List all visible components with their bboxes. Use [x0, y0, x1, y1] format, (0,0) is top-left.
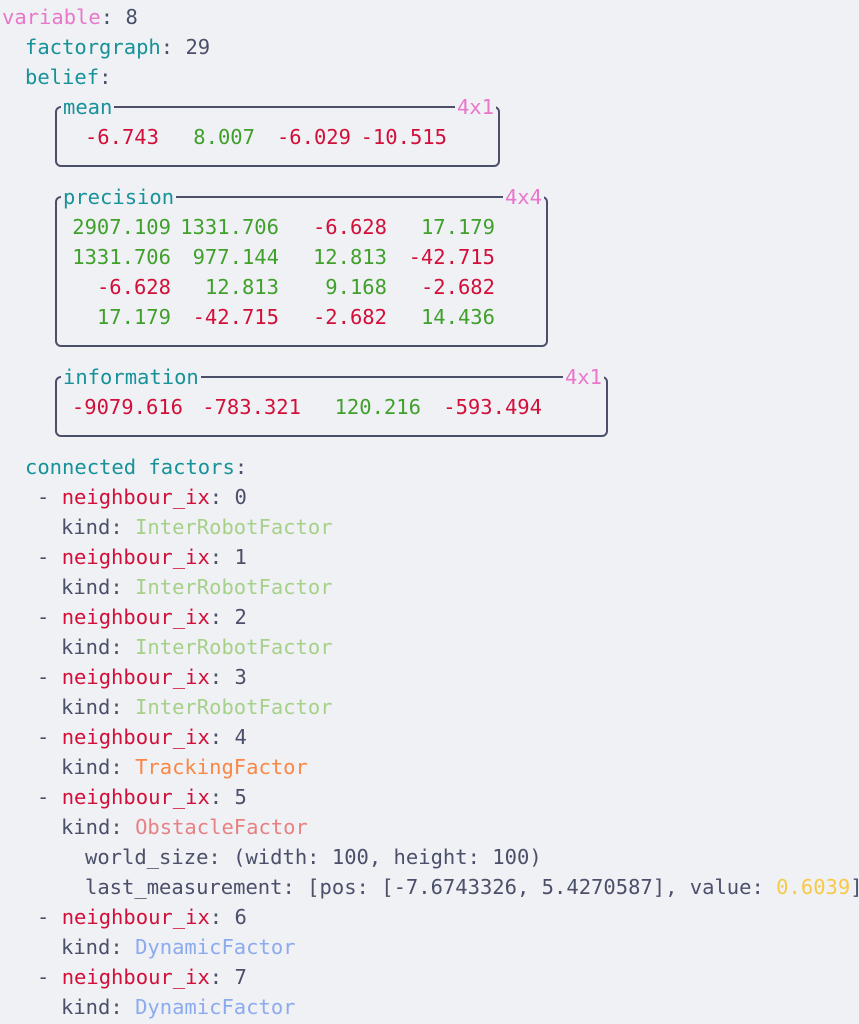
- factorgraph-line: factorgraph: 29: [25, 35, 211, 59]
- precision-matrix-box: precision 4x4 2907.109 1331.706 -6.628 1…: [55, 182, 548, 347]
- mean-value: -6.029: [276, 125, 351, 149]
- precision-cell: -42.715: [192, 305, 279, 329]
- information-value: 120.216: [334, 395, 421, 419]
- kind-value: InterRobotFactor: [135, 695, 333, 719]
- precision-cell: 12.813: [204, 275, 279, 299]
- information-dim: 4x1: [562, 362, 604, 392]
- precision-cell: 1331.706: [180, 215, 279, 239]
- information-value: -593.494: [443, 395, 542, 419]
- factor-ix-line: - neighbour_ix: 3: [37, 665, 247, 689]
- precision-cell: -6.628: [96, 275, 171, 299]
- precision-cell: -42.715: [408, 245, 495, 269]
- information-value: -783.321: [202, 395, 301, 419]
- precision-cell: 17.179: [420, 215, 495, 239]
- precision-cell: 14.436: [420, 305, 495, 329]
- mean-title: mean: [61, 92, 115, 122]
- kind-key: kind: [61, 515, 111, 539]
- world-size-value: (width: 100, height: 100): [233, 845, 542, 869]
- kind-value: InterRobotFactor: [135, 635, 333, 659]
- world-size-key: world_size: [85, 845, 209, 869]
- neighbour-ix-value: 3: [234, 665, 247, 689]
- factor-kind-line: kind: ObstacleFactor: [61, 815, 308, 839]
- factor-kind-line: kind: DynamicFactor: [61, 935, 296, 959]
- mean-value: 8.007: [193, 125, 255, 149]
- kind-key: kind: [61, 995, 111, 1019]
- neighbour-ix-key: neighbour_ix: [61, 905, 210, 929]
- neighbour-ix-key: neighbour_ix: [61, 665, 210, 689]
- kind-value: InterRobotFactor: [135, 575, 333, 599]
- neighbour-ix-key: neighbour_ix: [61, 725, 210, 749]
- last-measurement-close: ]: [850, 875, 859, 899]
- precision-dim: 4x4: [502, 182, 544, 212]
- connected-factors-line: connected factors:: [25, 455, 248, 479]
- kind-value: DynamicFactor: [135, 995, 296, 1019]
- information-value: -9079.616: [71, 395, 183, 419]
- factorgraph-value: 29: [185, 35, 211, 59]
- belief-line: belief:: [25, 65, 112, 89]
- factor-ix-line: - neighbour_ix: 0: [37, 485, 247, 509]
- neighbour-ix-key: neighbour_ix: [61, 785, 210, 809]
- neighbour-ix-key: neighbour_ix: [61, 545, 210, 569]
- last-measurement-line: last_measurement: [pos: [-7.6743326, 5.4…: [85, 872, 859, 902]
- information-matrix-box: information 4x1 -9079.616 -783.321 120.2…: [55, 362, 608, 437]
- kind-value: ObstacleFactor: [135, 815, 308, 839]
- variable-key: variable: [2, 5, 101, 29]
- belief-key: belief: [25, 65, 100, 89]
- kind-key: kind: [61, 815, 111, 839]
- connected-factors-key: connected factors: [25, 455, 235, 479]
- factor-ix-line: - neighbour_ix: 2: [37, 605, 247, 629]
- last-measurement-key: last_measurement: [85, 875, 283, 899]
- neighbour-ix-key: neighbour_ix: [61, 605, 210, 629]
- factorgraph-key: factorgraph: [25, 35, 161, 59]
- neighbour-ix-value: 5: [234, 785, 247, 809]
- factor-ix-line: - neighbour_ix: 5: [37, 785, 247, 809]
- factor-kind-line: kind: TrackingFactor: [61, 755, 308, 779]
- precision-cell: -2.682: [312, 305, 387, 329]
- neighbour-ix-value: 1: [234, 545, 247, 569]
- neighbour-ix-key: neighbour_ix: [61, 485, 210, 509]
- factor-ix-line: - neighbour_ix: 1: [37, 545, 247, 569]
- kind-key: kind: [61, 935, 111, 959]
- variable-line: variable: 8: [2, 5, 138, 29]
- last-measurement-pos: [pos: [-7.6743326, 5.4270587], value:: [307, 875, 777, 899]
- factor-kind-line: kind: DynamicFactor: [61, 995, 296, 1019]
- neighbour-ix-value: 2: [234, 605, 247, 629]
- precision-cell: -2.682: [420, 275, 495, 299]
- precision-cell: 17.179: [96, 305, 171, 329]
- kind-value: DynamicFactor: [135, 935, 296, 959]
- factor-kind-line: kind: InterRobotFactor: [61, 575, 333, 599]
- kind-value: InterRobotFactor: [135, 515, 333, 539]
- factor-ix-line: - neighbour_ix: 7: [37, 965, 247, 989]
- factor-kind-line: kind: InterRobotFactor: [61, 635, 333, 659]
- precision-title: precision: [61, 182, 177, 212]
- mean-dim: 4x1: [454, 92, 496, 122]
- neighbour-ix-value: 6: [234, 905, 247, 929]
- mean-value: -10.515: [360, 125, 447, 149]
- mean-matrix-box: mean 4x1 -6.743 8.007 -6.029 -10.515: [55, 92, 500, 167]
- precision-cell: 2907.109: [72, 215, 171, 239]
- mean-value: -6.743: [84, 125, 159, 149]
- last-measurement-value: 0.6039: [776, 875, 851, 899]
- kind-value: TrackingFactor: [135, 755, 308, 779]
- precision-cell: 12.813: [312, 245, 387, 269]
- factor-kind-line: kind: InterRobotFactor: [61, 695, 333, 719]
- factor-ix-line: - neighbour_ix: 6: [37, 905, 247, 929]
- neighbour-ix-key: neighbour_ix: [61, 965, 210, 989]
- neighbour-ix-value: 7: [234, 965, 247, 989]
- factor-kind-line: kind: InterRobotFactor: [61, 515, 333, 539]
- kind-key: kind: [61, 635, 111, 659]
- variable-value: 8: [125, 5, 138, 29]
- precision-cell: 9.168: [325, 275, 387, 299]
- world-size-line: world_size: (width: 100, height: 100): [85, 845, 542, 869]
- kind-key: kind: [61, 755, 111, 779]
- kind-key: kind: [61, 695, 111, 719]
- neighbour-ix-value: 0: [234, 485, 247, 509]
- precision-cell: -6.628: [312, 215, 387, 239]
- factor-ix-line: - neighbour_ix: 4: [37, 725, 247, 749]
- precision-cell: 977.144: [192, 245, 279, 269]
- neighbour-ix-value: 4: [234, 725, 247, 749]
- kind-key: kind: [61, 575, 111, 599]
- information-title: information: [61, 362, 201, 392]
- precision-cell: 1331.706: [72, 245, 171, 269]
